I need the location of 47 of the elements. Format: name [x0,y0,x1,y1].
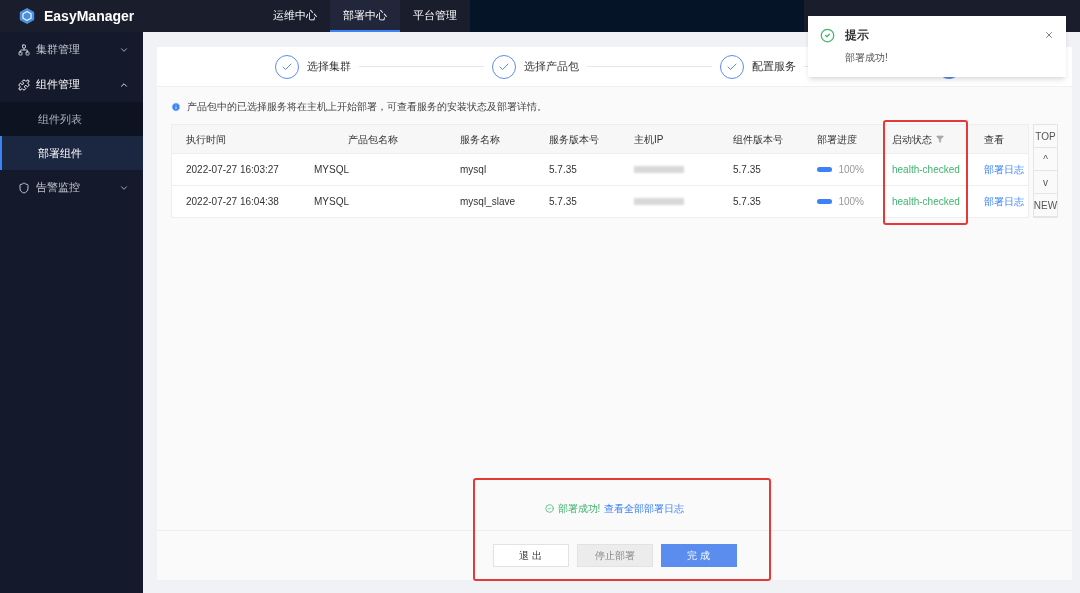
scroll-button[interactable]: TOP [1034,125,1057,148]
nav-tab[interactable]: 部署中心 [330,0,400,32]
table-cell: 2022-07-27 16:03:27 [186,164,279,175]
progress-text: 100% [838,163,864,177]
log-link[interactable]: 部署日志 [984,164,1024,175]
table-cell: 5.7.35 [733,164,761,175]
sidebar-item[interactable]: 组件列表 [0,102,143,136]
step-label: 配置服务 [752,59,796,75]
sidebar-group[interactable]: 集群管理 [0,32,143,67]
scroll-button[interactable]: v [1034,171,1057,194]
log-link[interactable]: 部署日志 [984,196,1024,207]
column-header: 组件版本号 [733,132,783,147]
progress-text: 100% [838,195,864,209]
column-header: 产品包名称 [348,132,398,147]
scroll-button[interactable]: ^ [1034,148,1057,171]
table-cell: 5.7.35 [549,164,577,175]
column-header: 执行时间 [186,132,226,147]
nav-tab[interactable]: 平台管理 [400,0,470,32]
table-cell: 5.7.35 [733,196,761,207]
table-cell: 2022-07-27 16:04:38 [186,196,279,207]
table-cell: MYSQL [314,196,349,207]
table-cell: MYSQL [314,164,349,175]
sidebar-item[interactable]: 部署组件 [0,136,143,170]
table-cell: mysql_slave [460,196,516,207]
brand-name: EasyManager [44,6,135,26]
column-header: 服务名称 [460,132,500,147]
step-label: 选择集群 [307,59,351,75]
column-header: 服务版本号 [549,132,599,147]
table-cell: 5.7.35 [549,196,577,207]
sidebar-group[interactable]: 组件管理 [0,67,143,102]
step-label: 选择产品包 [524,59,579,75]
info-text: 产品包中的已选择服务将在主机上开始部署，可查看服务的安装状态及部署详情。 [187,100,547,114]
nav-tab[interactable]: 运维中心 [260,0,330,32]
toast-title: 提示 [845,27,870,44]
status-text: health-checked [892,196,960,207]
all-logs-link[interactable]: 查看全部部署日志 [604,501,685,516]
table-cell: mysql [460,164,487,175]
success-text: 部署成功! [557,502,601,516]
sidebar-group[interactable]: 告警监控 [0,170,143,205]
toast-message: 部署成功! [844,51,889,65]
column-header: 查看 [984,132,1004,147]
footer-button[interactable]: 退 出 [492,544,569,567]
column-header: 部署进度 [817,132,857,147]
scroll-button[interactable]: NEW [1034,194,1057,217]
column-header: 启动状态 [892,132,932,147]
column-header: 主机IP [634,132,664,147]
status-text: health-checked [892,164,960,175]
